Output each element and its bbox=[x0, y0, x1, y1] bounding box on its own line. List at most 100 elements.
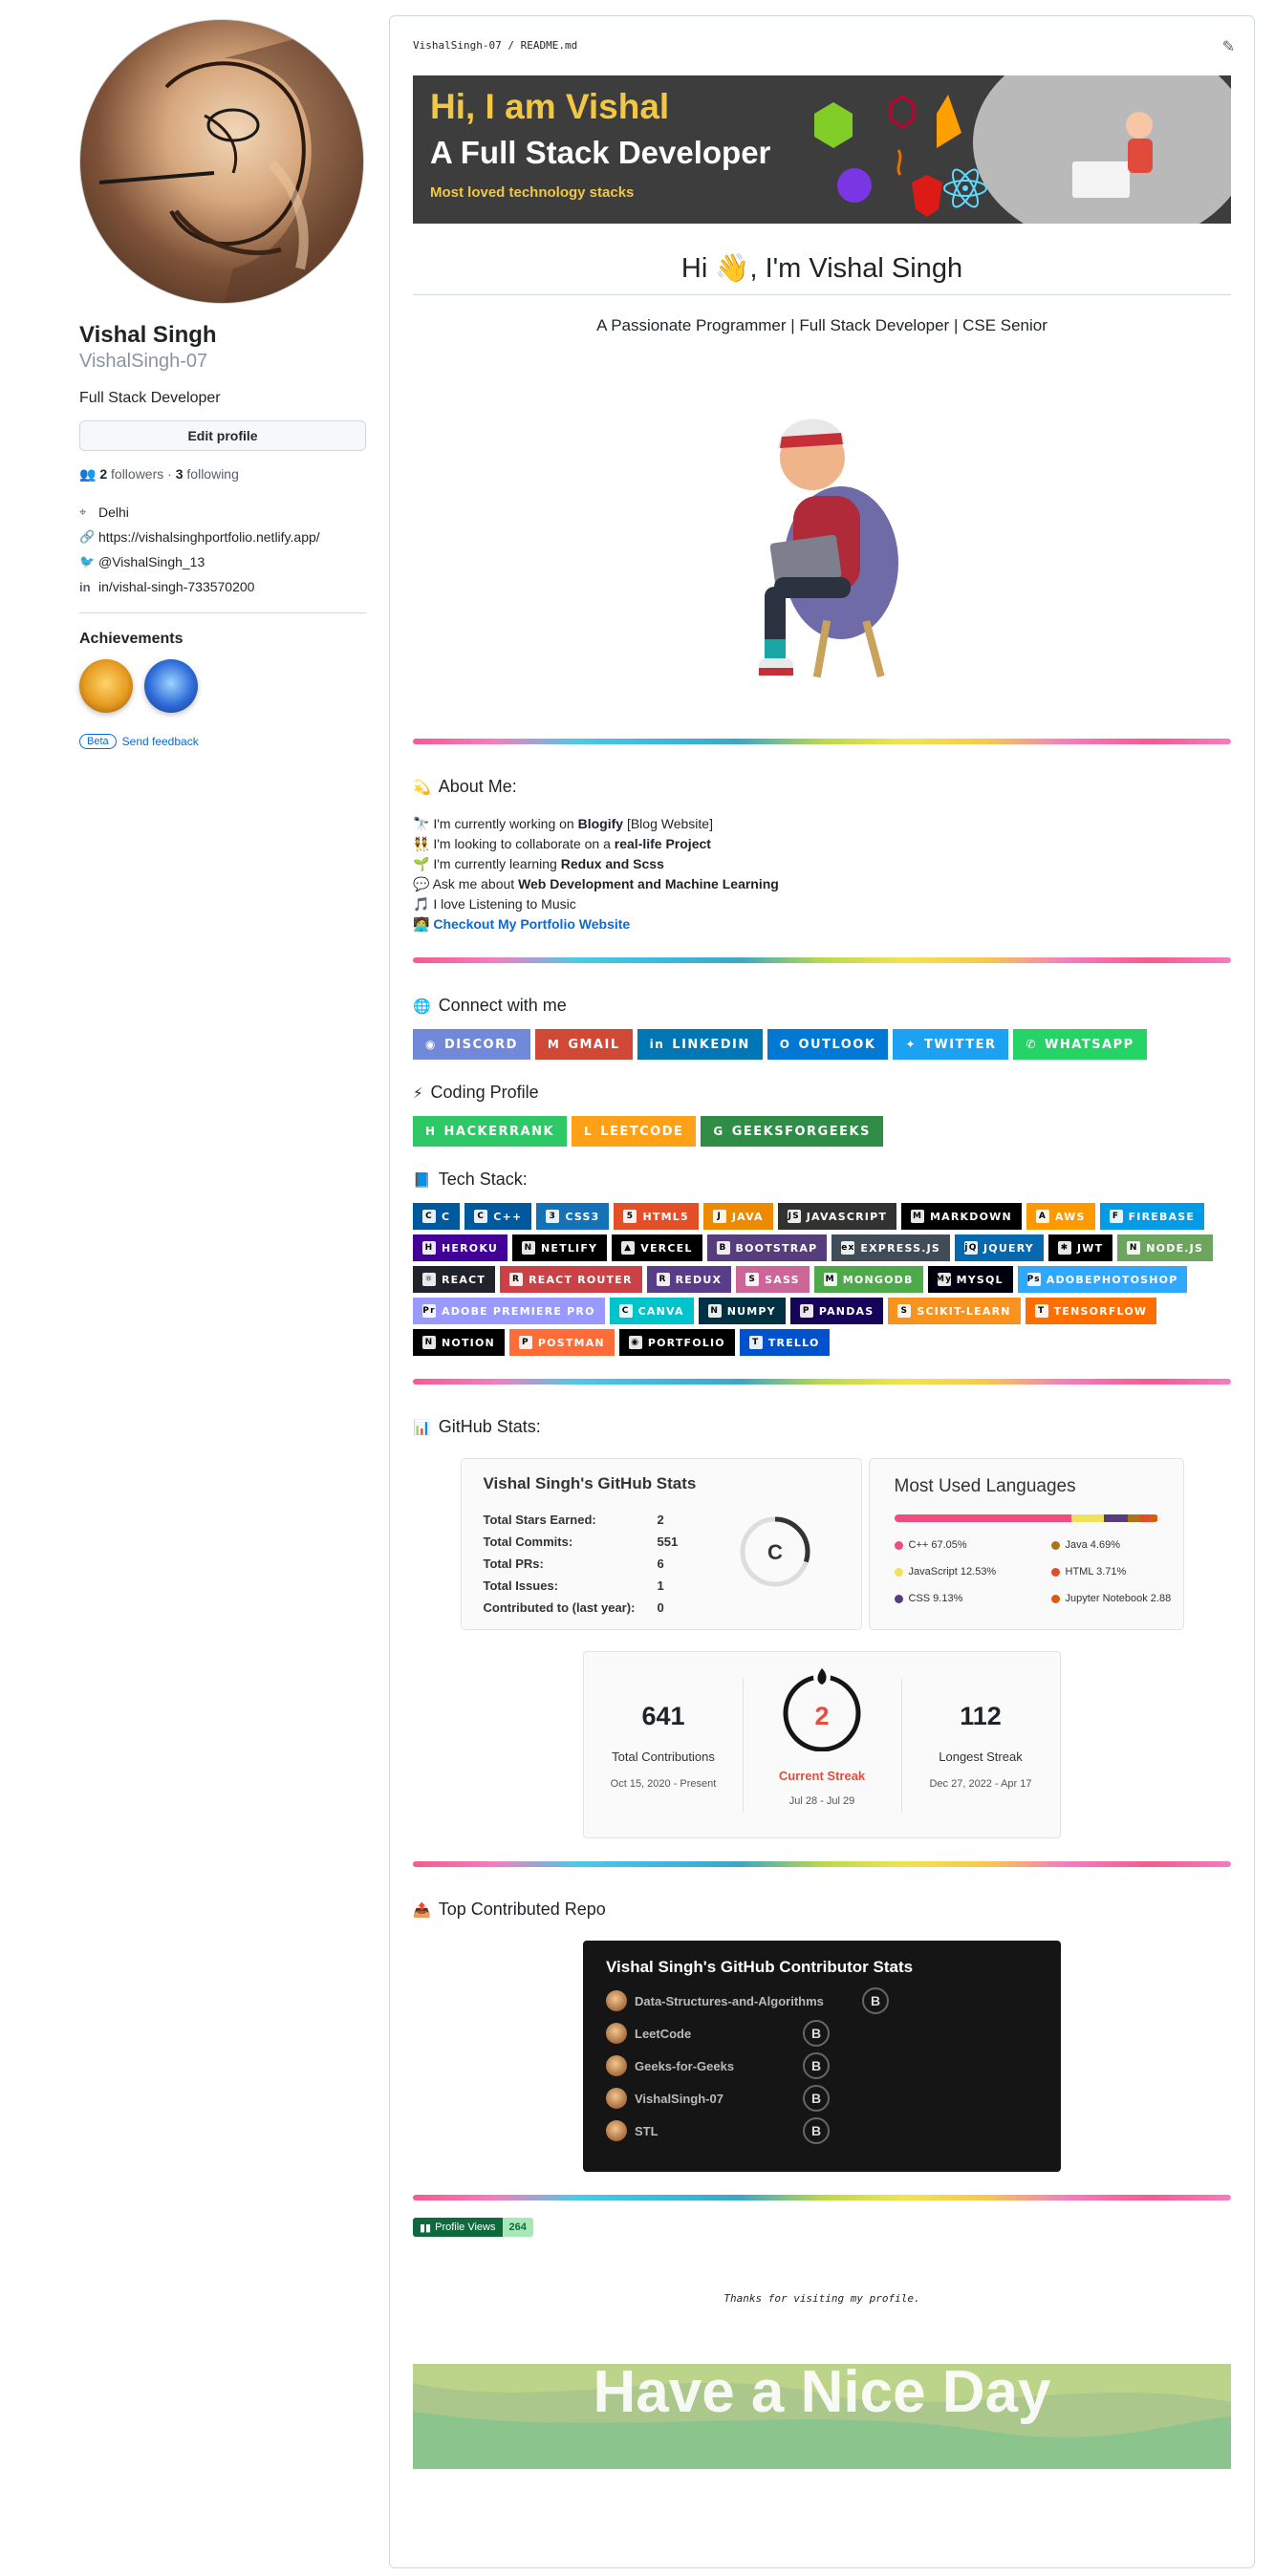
notion-icon: N bbox=[422, 1336, 436, 1349]
scikit-learn-icon: S bbox=[897, 1304, 912, 1318]
sparkle-icon: 💫 bbox=[413, 779, 431, 796]
badge-label: MONGODB bbox=[842, 1273, 914, 1286]
portfolio-link[interactable]: Checkout My Portfolio Website bbox=[433, 916, 630, 932]
badge-c[interactable]: CC bbox=[413, 1203, 461, 1230]
separator: · bbox=[167, 466, 172, 482]
lang-dot bbox=[1050, 1594, 1060, 1603]
badge-label: VERCEL bbox=[640, 1241, 693, 1255]
badge-label: WHATSAPP bbox=[1045, 1037, 1134, 1052]
globe-icon: 🌐 bbox=[413, 998, 431, 1015]
badge-node-js[interactable]: N NODE.JS bbox=[1117, 1234, 1214, 1261]
lang-bar-segment bbox=[894, 1514, 1071, 1522]
badge-vercel[interactable]: ▲ VERCEL bbox=[612, 1234, 702, 1261]
stats-cards: Vishal Singh's GitHub Stats Total Stars … bbox=[413, 1458, 1231, 1630]
react-icon: ⚛ bbox=[422, 1273, 436, 1286]
profile-avatar[interactable]: ☺ bbox=[79, 19, 364, 304]
readme-heading: Hi 👋, I'm Vishal Singh bbox=[413, 252, 1231, 295]
badge-label: HTML5 bbox=[642, 1210, 689, 1223]
longest-streak-label: Longest Streak bbox=[939, 1750, 1023, 1764]
badge-label: PORTFOLIO bbox=[647, 1336, 725, 1349]
repo-row: Data-Structures-and-Algorithms B bbox=[606, 1987, 889, 2014]
badge-label: BOOTSTRAP bbox=[735, 1241, 818, 1255]
website-link[interactable]: https://vishalsinghportfolio.netlify.app… bbox=[98, 529, 320, 545]
followers-link[interactable]: 2 followers bbox=[99, 466, 163, 482]
profile-views-badge[interactable]: ▮▮ Profile Views 264 bbox=[413, 2218, 1231, 2237]
current-streak-value: 2 bbox=[814, 1702, 830, 1730]
badge-leetcode[interactable]: L LEETCODE bbox=[572, 1116, 697, 1147]
github-stats-card[interactable]: Vishal Singh's GitHub Stats Total Stars … bbox=[460, 1458, 862, 1630]
badge-label: REDUX bbox=[675, 1273, 723, 1286]
badge-label: SASS bbox=[765, 1273, 800, 1286]
badge-scikit-learn[interactable]: S SCIKIT-LEARN bbox=[888, 1298, 1021, 1324]
badge-pandas[interactable]: P PANDAS bbox=[789, 1298, 884, 1324]
vercel-icon: ▲ bbox=[621, 1241, 636, 1255]
badge-linkedin[interactable]: in LINKEDIN bbox=[637, 1029, 763, 1060]
badge-heroku[interactable]: H HEROKU bbox=[413, 1234, 508, 1261]
badge-notion[interactable]: N NOTION bbox=[413, 1329, 505, 1356]
edit-pencil-icon[interactable]: ✎ bbox=[1222, 37, 1235, 56]
discord-icon: ◉ bbox=[425, 1038, 437, 1051]
badge-portfolio[interactable]: ◉ PORTFOLIO bbox=[618, 1329, 735, 1356]
readme-banner: Hi, I am Vishal A Full Stack Developer M… bbox=[413, 75, 1231, 224]
set-status-icon[interactable]: ☺ bbox=[331, 244, 363, 278]
twitter-link[interactable]: @VishalSingh_13 bbox=[98, 554, 205, 569]
badge-firebase[interactable]: F FIREBASE bbox=[1099, 1203, 1205, 1230]
badge-css3[interactable]: 3 CSS3 bbox=[536, 1203, 610, 1230]
edit-profile-button[interactable]: Edit profile bbox=[79, 420, 366, 451]
badge-canva[interactable]: C CANVA bbox=[609, 1298, 694, 1324]
badge-postman[interactable]: P POSTMAN bbox=[508, 1329, 615, 1356]
badge-aws[interactable]: A AWS bbox=[1026, 1203, 1095, 1230]
portfolio-icon: ◉ bbox=[628, 1336, 642, 1349]
badge-outlook[interactable]: O OUTLOOK bbox=[767, 1029, 889, 1060]
badge-numpy[interactable]: N NUMPY bbox=[698, 1298, 786, 1324]
achievement-pull-shark-badge[interactable] bbox=[144, 659, 198, 713]
following-link[interactable]: 3 following bbox=[176, 466, 239, 482]
badge-c-[interactable]: C C++ bbox=[464, 1203, 532, 1230]
badge-react-router[interactable]: R REACT ROUTER bbox=[500, 1266, 642, 1293]
linkedin-link[interactable]: in/vishal-singh-733570200 bbox=[98, 579, 254, 594]
badge-redux[interactable]: R REDUX bbox=[646, 1266, 732, 1293]
badge-mysql[interactable]: My MYSQL bbox=[927, 1266, 1013, 1293]
readme-path[interactable]: VishalSingh-07 / README.md bbox=[413, 39, 577, 52]
badge-gmail[interactable]: M GMAIL bbox=[534, 1029, 633, 1060]
badge-adobephotoshop[interactable]: Ps ADOBEPHOTOSHOP bbox=[1017, 1266, 1188, 1293]
gmail-icon: M bbox=[547, 1038, 561, 1051]
repo-row: STL B bbox=[606, 2117, 830, 2144]
languages-card[interactable]: Most Used Languages C++ 67.05% Java 4.69… bbox=[868, 1458, 1184, 1630]
badge-markdown[interactable]: M MARKDOWN bbox=[901, 1203, 1022, 1230]
repo-rank-badge: B bbox=[803, 2117, 830, 2144]
badge-netlify[interactable]: N NETLIFY bbox=[512, 1234, 608, 1261]
badge-sass[interactable]: S SASS bbox=[736, 1266, 810, 1293]
java-icon: J bbox=[712, 1210, 726, 1223]
achievement-badges bbox=[79, 659, 366, 713]
badge-tensorflow[interactable]: T TENSORFLOW bbox=[1025, 1298, 1157, 1324]
languages-bar bbox=[894, 1514, 1158, 1522]
badge-html5[interactable]: 5 HTML5 bbox=[614, 1203, 699, 1230]
badge-label: JQUERY bbox=[983, 1241, 1034, 1255]
badge-jquery[interactable]: jQ JQUERY bbox=[955, 1234, 1044, 1261]
badge-discord[interactable]: ◉ DISCORD bbox=[413, 1029, 530, 1060]
badge-label: C++ bbox=[493, 1210, 523, 1223]
badge-trello[interactable]: T TRELLO bbox=[739, 1329, 830, 1356]
streak-card[interactable]: 641 Total Contributions Oct 15, 2020 - P… bbox=[583, 1651, 1061, 1838]
achievement-quickdraw-badge[interactable] bbox=[79, 659, 133, 713]
badge-mongodb[interactable]: M MONGODB bbox=[813, 1266, 923, 1293]
lang-bar-segment bbox=[1128, 1514, 1141, 1522]
html5-icon: 5 bbox=[623, 1210, 637, 1223]
badge-adobe-premiere-pro[interactable]: Pr ADOBE PREMIERE PRO bbox=[413, 1298, 605, 1324]
contributor-stats-card[interactable]: Vishal Singh's GitHub Contributor Stats … bbox=[583, 1941, 1061, 2172]
send-feedback-link[interactable]: Send feedback bbox=[122, 735, 199, 748]
badge-geeksforgeeks[interactable]: G GEEKSFORGEEKS bbox=[701, 1116, 883, 1147]
badge-java[interactable]: J JAVA bbox=[702, 1203, 773, 1230]
badge-label: DISCORD bbox=[443, 1037, 518, 1052]
badge-express-js[interactable]: ex EXPRESS.JS bbox=[831, 1234, 950, 1261]
aws-icon: A bbox=[1035, 1210, 1049, 1223]
badge-whatsapp[interactable]: ✆ WHATSAPP bbox=[1013, 1029, 1147, 1060]
badge-react[interactable]: ⚛ REACT bbox=[413, 1266, 496, 1293]
badge-twitter[interactable]: ✦ TWITTER bbox=[893, 1029, 1009, 1060]
badge-javascript[interactable]: JS JAVASCRIPT bbox=[777, 1203, 897, 1230]
badge-bootstrap[interactable]: B BOOTSTRAP bbox=[706, 1234, 828, 1261]
badge-hackerrank[interactable]: H HACKERRANK bbox=[413, 1116, 568, 1147]
badge-jwt[interactable]: ✱ JWT bbox=[1047, 1234, 1113, 1261]
lang-bar-segment bbox=[1140, 1514, 1151, 1522]
